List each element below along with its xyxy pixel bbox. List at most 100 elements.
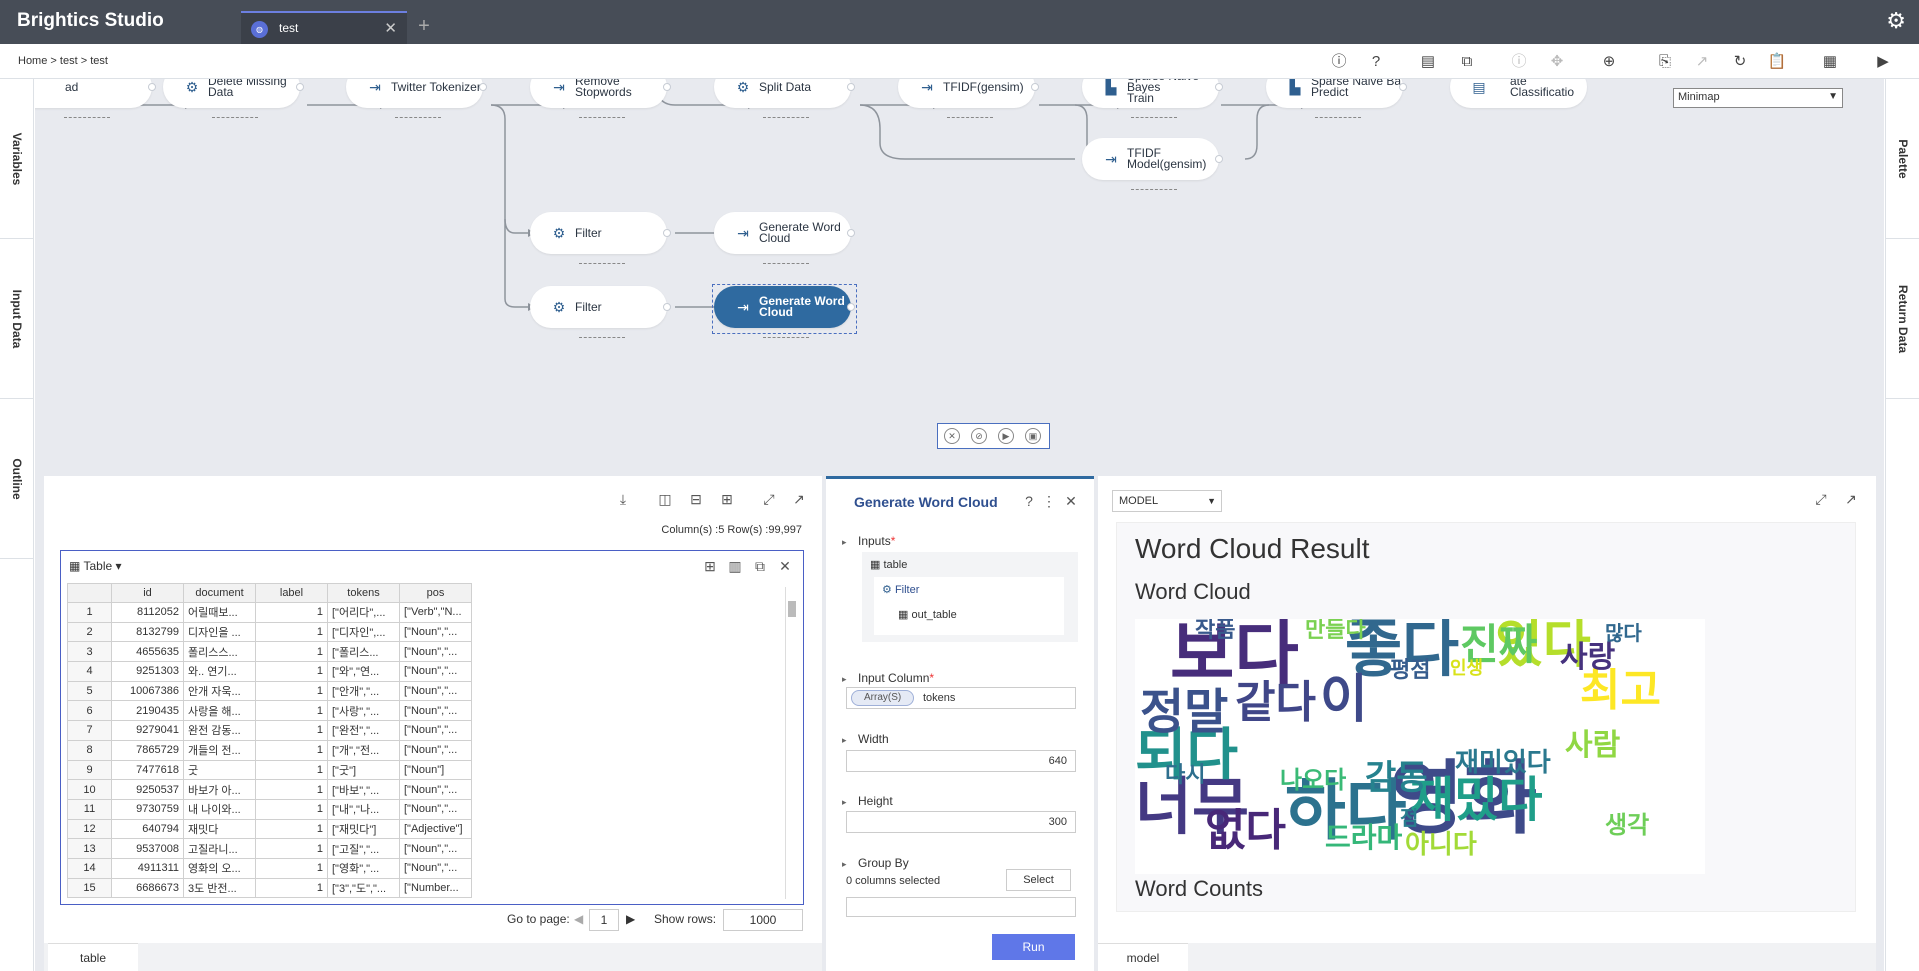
- table-cell[interactable]: 1: [255, 798, 328, 820]
- table-cell[interactable]: 1: [255, 621, 328, 643]
- table-cell[interactable]: 영화의 오...: [183, 857, 256, 879]
- table-cell[interactable]: 안개 자욱...: [183, 680, 256, 702]
- select-button[interactable]: Select: [1006, 869, 1071, 891]
- table-view-selector[interactable]: ▦ Table ▾: [69, 559, 122, 573]
- run-button[interactable]: Run: [992, 934, 1075, 960]
- expand-icon[interactable]: ⤢: [760, 490, 778, 508]
- table-cell[interactable]: ["사랑","...: [327, 700, 400, 722]
- table-cell[interactable]: ["내","나...: [327, 798, 400, 820]
- node-tfidf-gensim[interactable]: ⇥ TFIDF(gensim): [898, 79, 1039, 118]
- chevron-right-icon[interactable]: ▸: [842, 674, 847, 685]
- prev-page-icon[interactable]: ◀: [574, 912, 583, 926]
- table-cell[interactable]: 1: [255, 739, 328, 761]
- row-number[interactable]: 7: [67, 720, 112, 741]
- table-cell[interactable]: 1: [255, 818, 328, 840]
- table-cell[interactable]: 1: [255, 720, 328, 741]
- table-cell[interactable]: 1: [255, 602, 328, 623]
- copy-icon[interactable]: ⧉: [751, 557, 769, 575]
- table-cell[interactable]: 디자인을 ...: [183, 621, 256, 643]
- model-select[interactable]: MODEL ▼: [1112, 490, 1222, 512]
- table-cell[interactable]: 내 나이와...: [183, 798, 256, 820]
- table-cell[interactable]: ["Verb","N...: [399, 602, 472, 623]
- row-number[interactable]: 11: [67, 798, 112, 820]
- table-cell[interactable]: 8132799: [111, 621, 184, 643]
- table-cell[interactable]: 9250537: [111, 779, 184, 800]
- row-number[interactable]: 12: [67, 818, 112, 840]
- minimap-select[interactable]: Minimap ▼: [1673, 88, 1843, 108]
- scrollbar[interactable]: [785, 587, 797, 899]
- tab-table[interactable]: table: [48, 943, 138, 971]
- table-cell[interactable]: ["Noun","...: [399, 700, 472, 722]
- table-cell[interactable]: ["Noun","...: [399, 779, 472, 800]
- table-cell[interactable]: 640794: [111, 818, 184, 840]
- table-cell[interactable]: 와.. 연기...: [183, 661, 256, 682]
- columns-icon[interactable]: ▥: [726, 557, 744, 575]
- row-number[interactable]: 15: [67, 877, 112, 899]
- refresh-icon[interactable]: ↻: [1730, 52, 1750, 72]
- node-filter-1[interactable]: ⚙ Filter: [530, 212, 671, 264]
- table-cell[interactable]: 1: [255, 700, 328, 722]
- table-cell[interactable]: 9251303: [111, 661, 184, 682]
- popout-icon[interactable]: ↗: [1842, 490, 1860, 508]
- next-page-icon[interactable]: ▶: [626, 912, 635, 926]
- delete-icon[interactable]: ✕: [944, 428, 960, 444]
- row-number[interactable]: 14: [67, 857, 112, 879]
- flow-canvas[interactable]: ad ⚙ Delete Missing Data ⇥ Twitter Token…: [35, 79, 1884, 476]
- page-input[interactable]: 1: [589, 909, 619, 931]
- import-icon[interactable]: ⎘: [1655, 52, 1675, 72]
- chevron-right-icon[interactable]: ▸: [842, 797, 847, 808]
- table-cell[interactable]: ["Noun","...: [399, 838, 472, 859]
- run-node-icon[interactable]: ▶: [998, 428, 1014, 444]
- row-number[interactable]: 5: [67, 680, 112, 702]
- node-partial-left[interactable]: ad: [35, 79, 156, 118]
- calendar-icon[interactable]: ▦: [1820, 52, 1840, 72]
- table-cell[interactable]: 1: [255, 877, 328, 899]
- chevron-right-icon[interactable]: ▸: [842, 735, 847, 746]
- close-icon[interactable]: ✕: [776, 557, 794, 575]
- table-cell[interactable]: ["어리다",...: [327, 602, 400, 623]
- table-cell[interactable]: 9537008: [111, 838, 184, 859]
- tab-variables[interactable]: Variables: [0, 79, 34, 239]
- breadcrumb-project[interactable]: test: [60, 55, 78, 67]
- table-cell[interactable]: ["바보","...: [327, 779, 400, 800]
- table-cell[interactable]: 6686673: [111, 877, 184, 899]
- table-cell[interactable]: 완전 감동...: [183, 720, 256, 741]
- table-cell[interactable]: ["재밋다"]: [327, 818, 400, 840]
- table-cell[interactable]: ["완전","...: [327, 720, 400, 741]
- table-cell[interactable]: 고질라니...: [183, 838, 256, 859]
- table-cell[interactable]: ["디자인",...: [327, 621, 400, 643]
- play-icon[interactable]: ▶: [1873, 52, 1893, 72]
- table-row[interactable]: 12 640794 재밋다 1 ["재밋다"] ["Adjective"]: [67, 818, 472, 840]
- height-field[interactable]: 300: [846, 811, 1076, 833]
- table-cell[interactable]: ["안개","...: [327, 680, 400, 702]
- row-number[interactable]: 4: [67, 661, 112, 682]
- table-cell[interactable]: 1: [255, 641, 328, 663]
- tab-return-data[interactable]: Return Data: [1886, 239, 1919, 399]
- table-cell[interactable]: 재밋다: [183, 818, 256, 840]
- table-cell[interactable]: 9279041: [111, 720, 184, 741]
- table-cell[interactable]: ["Noun","...: [399, 680, 472, 702]
- properties-icon[interactable]: ▤: [1418, 52, 1438, 72]
- move-icon[interactable]: ✥: [1547, 52, 1567, 72]
- table-cell[interactable]: ["와","연...: [327, 661, 400, 682]
- table-cell[interactable]: ["Noun","...: [399, 641, 472, 663]
- node-evaluate-classification[interactable]: ▤ ate Classificatio: [1450, 79, 1587, 108]
- table-cell[interactable]: 7477618: [111, 759, 184, 781]
- breadcrumb-home[interactable]: Home: [18, 55, 47, 67]
- table-cell[interactable]: 개들의 전...: [183, 739, 256, 761]
- help-icon[interactable]: ?: [1366, 52, 1386, 72]
- preview-icon[interactable]: ⧉: [1457, 52, 1477, 72]
- node-generate-word-cloud-2[interactable]: ⇥ Generate Word Cloud: [714, 286, 855, 338]
- add-tab-button[interactable]: +: [413, 12, 435, 40]
- table-cell[interactable]: ["Noun","...: [399, 621, 472, 643]
- table-cell[interactable]: 1: [255, 838, 328, 859]
- download-icon[interactable]: ⤓: [614, 490, 632, 508]
- table-row[interactable]: 1 8112052 어릴때보... 1 ["어리다",... ["Verb","N...: [67, 602, 472, 623]
- node-sparse-naive-bayes-predict[interactable]: ▙ Sparse Naive Ba Predict: [1266, 79, 1407, 118]
- zoom-icon[interactable]: ⊕: [1599, 52, 1619, 72]
- table-cell[interactable]: 폴리스스...: [183, 641, 256, 663]
- close-icon[interactable]: ✕: [384, 19, 397, 37]
- help-icon[interactable]: ?: [1020, 492, 1038, 510]
- disable-icon[interactable]: ⊘: [971, 428, 987, 444]
- table-row[interactable]: 11 9730759 내 나이와... 1 ["내","나... ["Noun","...: [67, 798, 472, 820]
